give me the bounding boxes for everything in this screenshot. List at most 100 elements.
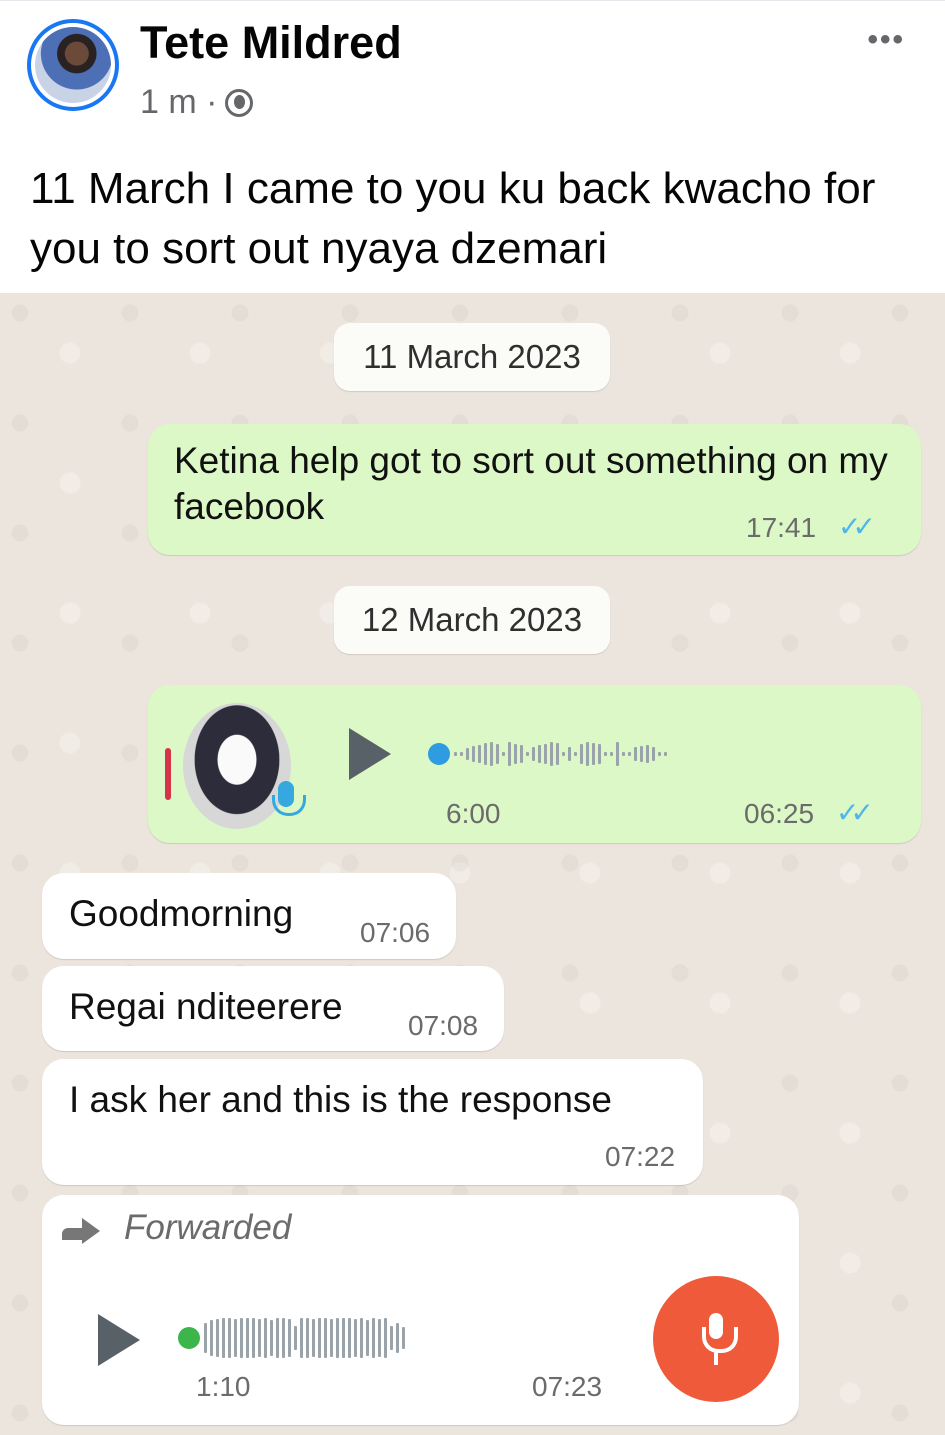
waveform-bar	[544, 744, 547, 764]
incoming-message-bubble[interactable]: Goodmorning 07:06	[42, 873, 456, 959]
waveform-bar	[478, 745, 481, 763]
waveform-bar	[484, 743, 487, 765]
date-chip: 11 March 2023	[334, 323, 610, 391]
waveform-bar	[520, 745, 523, 763]
message-time: 17:41	[746, 512, 817, 543]
waveform-bar	[646, 745, 649, 763]
waveform-bar	[598, 744, 601, 764]
waveform-bar	[586, 742, 589, 766]
play-icon[interactable]	[98, 1314, 140, 1366]
waveform-bar	[252, 1318, 255, 1358]
waveform-bar	[628, 752, 631, 756]
waveform-bar	[246, 1318, 249, 1358]
waveform-bar	[526, 752, 529, 756]
waveform-bar	[454, 752, 457, 756]
forward-icon	[62, 1216, 104, 1246]
double-tick-icon: ✓✓	[836, 797, 874, 828]
waveform-bar	[264, 1318, 267, 1358]
waveform-bar	[592, 743, 595, 765]
message-time: 07:23	[532, 1371, 603, 1402]
waveform-bar	[324, 1318, 327, 1358]
waveform-bar	[312, 1319, 315, 1357]
waveform-bar	[318, 1318, 321, 1358]
waveform-bar	[204, 1323, 207, 1353]
waveform-bar	[652, 747, 655, 761]
microphone-icon	[270, 781, 306, 821]
waveform-bar	[288, 1319, 291, 1357]
waveform-bar	[330, 1319, 333, 1357]
voice-duration: 6:00	[446, 798, 501, 829]
author-name[interactable]: Tete Mildred	[140, 17, 402, 69]
waveform-bar	[574, 752, 577, 756]
facebook-post: Tete Mildred 1 m · ••• 11 March I came t…	[0, 0, 945, 293]
waveform-bar	[460, 752, 463, 756]
message-time: 07:22	[605, 1141, 676, 1172]
waveform-bar	[466, 748, 469, 760]
waveform-bar	[496, 744, 499, 764]
incoming-message-bubble[interactable]: Regai nditeerere 07:08	[42, 966, 504, 1051]
waveform-bar	[276, 1318, 279, 1358]
waveform-bar	[490, 742, 493, 766]
waveform-bar	[378, 1319, 381, 1357]
waveform-bar	[472, 746, 475, 762]
waveform-bar	[294, 1326, 297, 1350]
microphone-stand	[714, 1349, 718, 1365]
voice-waveform[interactable]	[178, 1318, 408, 1358]
waveform-bar	[360, 1318, 363, 1358]
author-avatar[interactable]	[27, 19, 119, 111]
voice-waveform[interactable]	[428, 734, 670, 774]
message-text: Goodmorning	[69, 893, 294, 934]
waveform-bar	[282, 1318, 285, 1358]
waveform-bar	[216, 1319, 219, 1357]
sender-photo-accent	[165, 748, 171, 800]
message-text: I ask her and this is the response	[69, 1079, 612, 1120]
waveform-bar	[306, 1318, 309, 1358]
waveform-bar	[210, 1320, 213, 1356]
message-time: 06:25	[744, 798, 815, 829]
double-tick-icon: ✓✓	[838, 511, 876, 542]
waveform-bar	[228, 1318, 231, 1358]
avatar-photo	[35, 27, 111, 103]
message-time: 07:08	[408, 1010, 479, 1041]
outgoing-message-bubble[interactable]: Ketina help got to sort out something on…	[148, 424, 921, 555]
playback-position-dot[interactable]	[428, 743, 450, 765]
waveform-bar	[342, 1318, 345, 1358]
waveform-bar	[234, 1319, 237, 1357]
playback-position-dot[interactable]	[178, 1327, 200, 1349]
waveform-bar	[556, 743, 559, 765]
waveform-bar	[354, 1319, 357, 1357]
waveform-bar	[336, 1318, 339, 1358]
waveform-bar	[258, 1319, 261, 1357]
waveform-bar	[508, 742, 511, 766]
waveform-bar	[532, 747, 535, 761]
waveform-bar	[270, 1320, 273, 1356]
voice-duration: 1:10	[196, 1371, 251, 1402]
waveform-bar	[622, 752, 625, 756]
waveform-bar	[568, 747, 571, 761]
incoming-message-bubble[interactable]: I ask her and this is the response 07:22	[42, 1059, 703, 1185]
post-text: 11 March I came to you ku back kwacho fo…	[30, 164, 876, 273]
play-icon[interactable]	[349, 728, 391, 780]
waveform-bar	[640, 746, 643, 762]
waveform-bar	[616, 742, 619, 766]
waveform-bar	[372, 1318, 375, 1358]
waveform-bar	[390, 1326, 393, 1350]
waveform-bar	[222, 1318, 225, 1358]
waveform-bar	[402, 1327, 405, 1349]
waveform-bar	[348, 1318, 351, 1358]
whatsapp-screenshot: 11 March 2023 Ketina help got to sort ou…	[0, 293, 945, 1435]
waveform-bar	[604, 752, 607, 756]
message-time: 07:06	[360, 917, 431, 948]
post-time[interactable]: 1 m ·	[140, 83, 217, 122]
waveform-bar	[664, 752, 667, 756]
globe-icon	[225, 88, 254, 117]
post-meta: 1 m ·	[140, 83, 254, 122]
message-text: Regai nditeerere	[69, 986, 343, 1027]
forwarded-label: Forwarded	[124, 1208, 292, 1247]
waveform-bar	[610, 752, 613, 756]
waveform-bar	[396, 1323, 399, 1353]
waveform-bar	[502, 752, 505, 756]
waveform-bar	[538, 745, 541, 763]
waveform-bar	[580, 744, 583, 764]
more-icon[interactable]: •••	[867, 23, 905, 57]
